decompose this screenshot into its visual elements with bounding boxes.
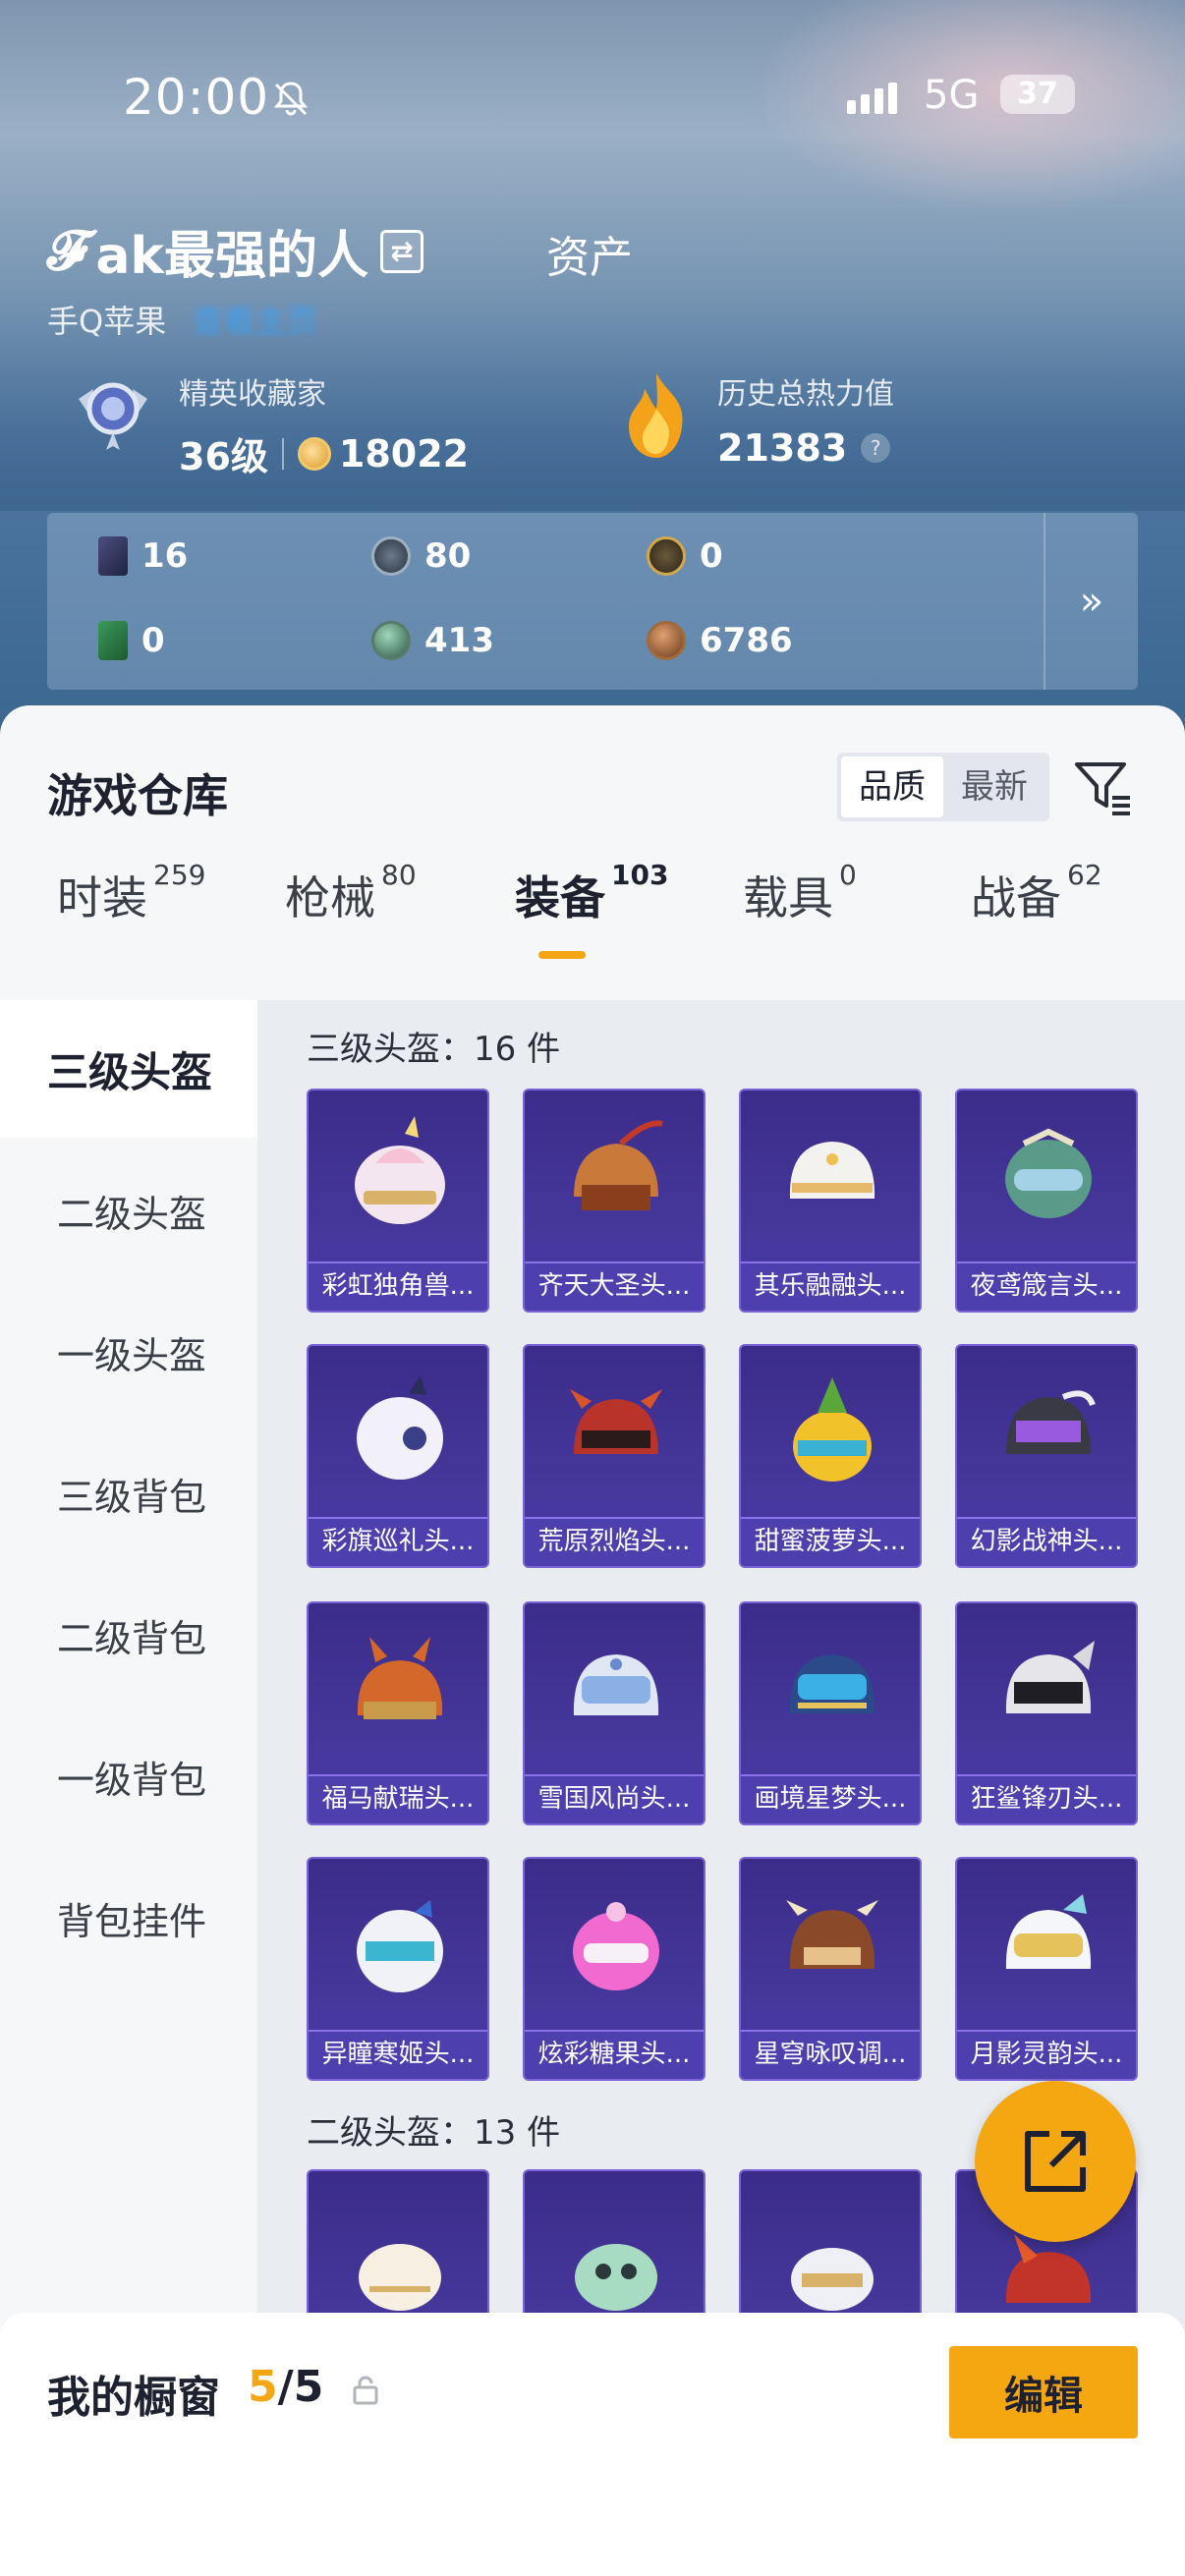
edit-button[interactable]: 编辑 — [949, 2346, 1138, 2438]
profile-name-row[interactable]: 𝓕 ak最强的人 ⇄ — [47, 214, 424, 288]
tab-guns[interactable]: 枪械 80 — [285, 859, 417, 927]
tab-fashion[interactable]: 时装 259 — [57, 859, 205, 927]
item-card[interactable]: 彩旗巡礼头... — [307, 1344, 489, 1568]
card-icon — [98, 536, 128, 576]
sort-newest-button[interactable]: 最新 — [943, 756, 1045, 817]
assets-tab[interactable]: 资产 — [546, 222, 633, 285]
showcase-bar: 我的橱窗 5/5 编辑 — [0, 2313, 1185, 2576]
bronze-coin-icon — [647, 621, 686, 660]
battery-indicator: 37 — [1000, 75, 1075, 114]
share-button[interactable] — [975, 2081, 1136, 2242]
heat-stat[interactable]: 历史总热力值 21383 ? — [617, 369, 894, 470]
item-card[interactable]: 画境星梦头... — [739, 1601, 922, 1825]
status-bar: 20:00 5G 37 — [0, 59, 1185, 138]
helmet-icon — [957, 1346, 1136, 1521]
tab-equipment[interactable]: 装备 103 — [515, 859, 668, 959]
helmet-icon — [957, 1859, 1136, 2034]
sidebar-item-lv2-helmet[interactable]: 二级头盔 — [0, 1142, 257, 1279]
group-title-lv3: 三级头盔：16 件 — [307, 1030, 561, 1069]
heat-title: 历史总热力值 — [717, 377, 894, 412]
warehouse-title: 游戏仓库 — [47, 769, 228, 822]
helmet-icon — [741, 1603, 920, 1778]
player-logo-icon: 𝓕 — [47, 218, 88, 283]
collector-points: 18022 — [338, 431, 470, 476]
showcase-label: 我的橱窗 — [47, 2373, 220, 2423]
sidebar-item-backpack-charm[interactable]: 背包挂件 — [0, 1849, 257, 1987]
helmet-icon — [741, 1346, 920, 1521]
sort-toggle: 品质 最新 — [837, 753, 1049, 821]
collector-level: 36级 — [179, 435, 268, 478]
helmet-icon — [525, 1859, 704, 2034]
helmet-icon — [741, 1859, 920, 2034]
warehouse-sheet: 游戏仓库 品质 最新 时装 259 枪械 80 装备 103 载具 0 战备 62 三级头… — [0, 705, 1185, 2576]
item-card[interactable]: 星穹咏叹调... — [739, 1857, 922, 2081]
item-card[interactable]: 狂鲨锋刃头... — [955, 1601, 1138, 1825]
helmet-icon — [957, 1091, 1136, 1265]
sidebar-item-lv1-backpack[interactable]: 一级背包 — [0, 1708, 257, 1845]
mute-bell-icon — [273, 82, 309, 116]
item-card[interactable]: 异瞳寒姬头... — [307, 1857, 489, 2081]
collector-title: 精英收藏家 — [179, 377, 326, 412]
item-card[interactable]: 荒原烈焰头... — [523, 1344, 705, 1568]
item-card[interactable]: 炫彩糖果头... — [523, 1857, 705, 2081]
currency-item: 0 — [647, 536, 723, 576]
currency-item: 413 — [371, 621, 494, 660]
helmet-icon — [309, 1091, 487, 1265]
tab-gear[interactable]: 战备 62 — [971, 859, 1102, 927]
helmet-icon — [309, 1346, 487, 1521]
sidebar-item-lv2-backpack[interactable]: 二级背包 — [0, 1566, 257, 1704]
helmet-icon — [309, 1859, 487, 2034]
helmet-icon — [309, 1603, 487, 1778]
status-time: 20:00 — [123, 69, 270, 126]
tab-vehicles[interactable]: 载具 0 — [743, 859, 857, 927]
sidebar-item-lv1-helmet[interactable]: 一级头盔 — [0, 1283, 257, 1421]
switch-account-icon[interactable]: ⇄ — [380, 229, 424, 273]
heat-value: 21383 — [717, 426, 848, 470]
s-coin-icon — [371, 536, 411, 576]
item-card[interactable]: 夜鸢箴言头... — [955, 1089, 1138, 1313]
helmet-icon — [741, 1091, 920, 1265]
lock-icon[interactable] — [352, 2376, 379, 2405]
item-card[interactable]: 甜蜜菠萝头... — [739, 1344, 922, 1568]
item-card[interactable]: 福马献瑞头... — [307, 1601, 489, 1825]
flame-icon — [629, 373, 683, 458]
item-card[interactable]: 齐天大圣头... — [523, 1089, 705, 1313]
green-card-icon — [98, 621, 128, 660]
blurred-tag[interactable]: 查看主页 — [192, 303, 317, 340]
helmet-icon — [525, 1603, 704, 1778]
collector-medal-icon — [79, 382, 147, 450]
share-icon — [1025, 2131, 1086, 2192]
signal-icon — [847, 83, 902, 114]
currency-item: 80 — [371, 536, 471, 576]
item-card[interactable]: 幻影战神头... — [955, 1344, 1138, 1568]
item-card[interactable]: 雪国风尚头... — [523, 1601, 705, 1825]
helmet-icon — [525, 1091, 704, 1265]
platform-label: 手Q苹果 — [47, 303, 167, 340]
currency-item: 6786 — [647, 621, 793, 660]
a-coin-icon — [647, 536, 686, 576]
orb-icon — [371, 621, 411, 660]
coin-icon — [297, 436, 331, 471]
sort-quality-button[interactable]: 品质 — [841, 756, 943, 817]
chevron-double-right-icon[interactable]: » — [1044, 513, 1138, 690]
network-type: 5G — [924, 73, 980, 118]
item-card[interactable]: 其乐融融头... — [739, 1089, 922, 1313]
sidebar-item-lv3-backpack[interactable]: 三级背包 — [0, 1425, 257, 1562]
sidebar-item-lv3-helmet[interactable]: 三级头盔 — [0, 1000, 257, 1138]
currency-panel[interactable]: 16 80 0 0 413 6786 » — [47, 513, 1138, 690]
helmet-icon — [525, 1346, 704, 1521]
currency-item: 0 — [98, 621, 165, 660]
help-icon[interactable]: ? — [861, 433, 891, 463]
item-card[interactable]: 彩虹独角兽... — [307, 1089, 489, 1313]
platform-line: 手Q苹果 查看主页 — [47, 297, 317, 342]
showcase-count: 5/5 — [248, 2362, 324, 2412]
category-tabs: 时装 259 枪械 80 装备 103 载具 0 战备 62 — [0, 859, 1185, 980]
helmet-icon — [957, 1603, 1136, 1778]
player-name: ak最强的人 — [95, 227, 369, 286]
collector-stat[interactable]: 精英收藏家 36级 18022 — [69, 369, 469, 480]
item-card[interactable]: 月影灵韵头... — [955, 1857, 1138, 2081]
filter-icon[interactable] — [1071, 755, 1134, 817]
group-title-lv2: 二级头盔：13 件 — [307, 2113, 561, 2153]
currency-item: 16 — [98, 536, 188, 576]
